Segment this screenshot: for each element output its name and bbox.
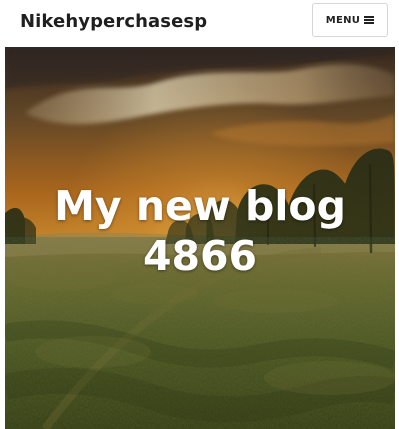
hero-banner: My new blog 4866 [5, 47, 395, 429]
hamburger-icon [364, 16, 375, 24]
site-header: Nikehyperchasesp MENU [0, 0, 399, 45]
hero-title: My new blog 4866 [54, 182, 346, 280]
menu-label: MENU [325, 14, 361, 26]
page: Nikehyperchasesp MENU My new blog 4866 [0, 0, 399, 429]
site-title-link[interactable]: Nikehyperchasesp [20, 11, 207, 33]
menu-button[interactable]: MENU [312, 3, 388, 37]
